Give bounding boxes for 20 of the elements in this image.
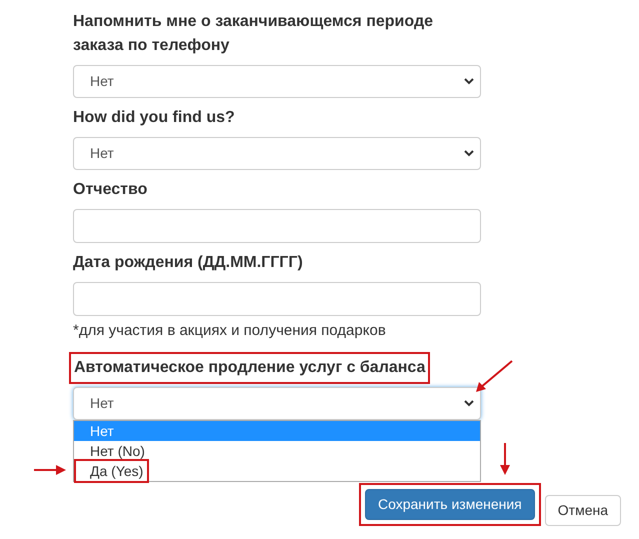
arrow-icon bbox=[499, 443, 511, 475]
field-label: Напомнить мне о заканчивающемся периоде заказа по телефону bbox=[73, 12, 434, 56]
select-field[interactable]: Нет bbox=[73, 387, 481, 420]
select-field[interactable]: Нет bbox=[73, 137, 481, 170]
input-field[interactable] bbox=[73, 282, 481, 316]
save-button[interactable]: Сохранить изменения bbox=[365, 489, 535, 520]
field-label: Дата рождения (ДД.ММ.ГГГГ) bbox=[73, 253, 303, 273]
cancel-button[interactable]: Отмена bbox=[544, 495, 621, 526]
chevron-down-icon bbox=[464, 150, 474, 157]
input-field[interactable] bbox=[73, 209, 481, 243]
field-label: Отчество bbox=[73, 180, 148, 200]
chevron-down-icon bbox=[464, 400, 474, 407]
arrow-icon bbox=[34, 465, 66, 475]
dropdown-option[interactable]: Нет (No) bbox=[74, 441, 480, 461]
chevron-down-icon bbox=[464, 78, 474, 85]
field-label: How did you find us? bbox=[73, 108, 235, 128]
select-field[interactable]: Нет bbox=[73, 65, 481, 98]
arrow-icon bbox=[474, 360, 514, 394]
field-note: *для участия в акциях и получения подарков bbox=[73, 321, 387, 341]
dropdown-option[interactable]: Да (Yes) bbox=[74, 461, 480, 481]
